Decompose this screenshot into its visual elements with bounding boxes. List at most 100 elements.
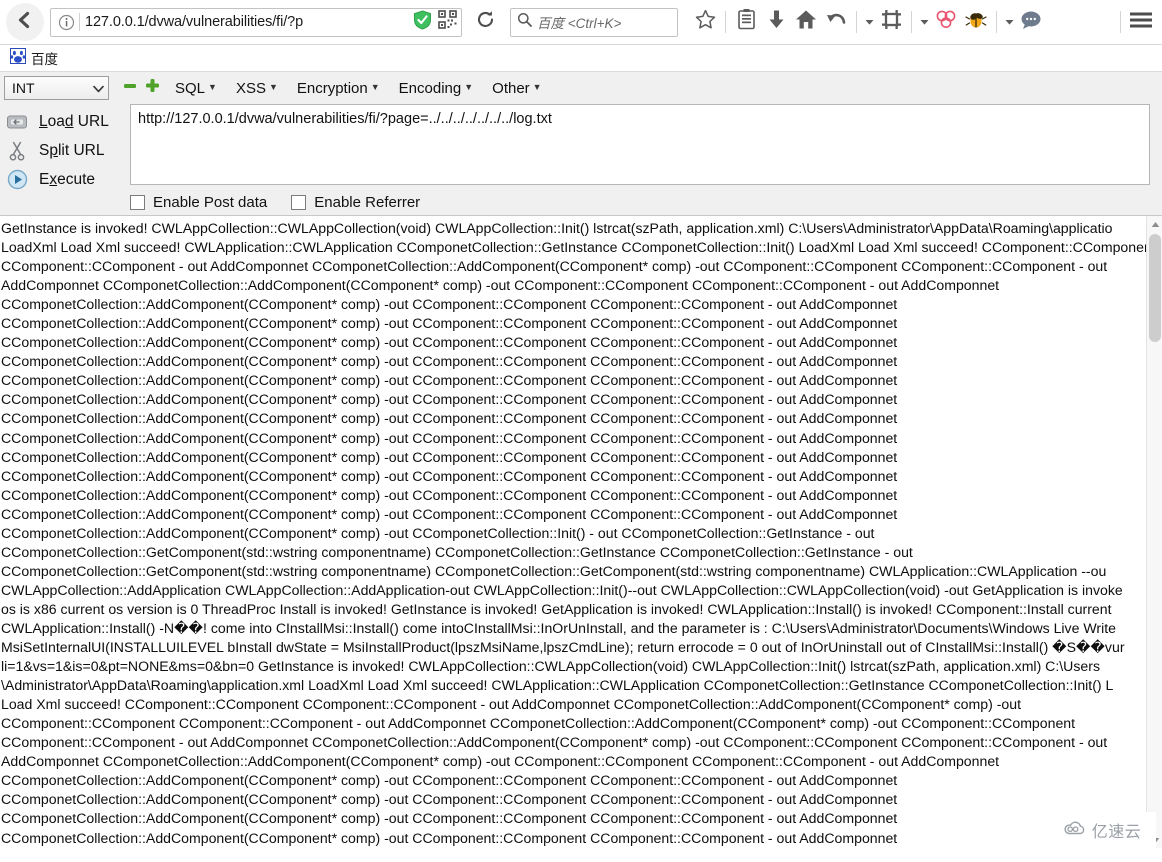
- bookmark-label: 百度: [31, 52, 58, 67]
- split-url-button[interactable]: Split URL: [0, 136, 130, 165]
- checkbox-box: [130, 195, 145, 210]
- menu-encryption[interactable]: Encryption ▼: [290, 76, 387, 100]
- scissors-icon: [5, 141, 29, 161]
- home-button[interactable]: [791, 7, 821, 37]
- log-line: CWLAppCollection::AddApplication CWLAppC…: [1, 581, 1123, 598]
- back-arrow-icon: [14, 9, 36, 36]
- log-line: CComponetCollection::AddComponent(CCompo…: [1, 334, 898, 351]
- undo-button[interactable]: [821, 7, 851, 37]
- chat-button[interactable]: [1016, 7, 1046, 37]
- green-shield-icon[interactable]: [413, 9, 432, 35]
- page-info-icon[interactable]: [55, 11, 77, 33]
- undo-dropdown-caret[interactable]: [862, 7, 876, 37]
- log-line: MsiSetInternalUI(INSTALLUILEVEL bInstall…: [1, 639, 1125, 656]
- log-line: CComponetCollection::AddComponent(CCompo…: [1, 505, 898, 522]
- bug-icon: [965, 10, 987, 35]
- menu-encryption-label: Encryption: [296, 79, 368, 97]
- firebug-dropdown-caret[interactable]: [1002, 7, 1016, 37]
- toolbar-divider-5: [1120, 11, 1121, 33]
- load-url-button[interactable]: Load URL: [0, 107, 130, 136]
- menu-other-label: Other: [492, 79, 530, 97]
- hackbar-body: Load URL Split URL Execute http://127.0.…: [0, 102, 1162, 215]
- hackbar-actions: Load URL Split URL Execute: [0, 104, 130, 211]
- search-box[interactable]: 百度 <Ctrl+K>: [510, 7, 678, 37]
- back-button[interactable]: [6, 3, 44, 41]
- log-line: CComponetCollection::AddComponent(CCompo…: [1, 467, 898, 484]
- bookmarks-toolbar: 百度: [0, 45, 1162, 72]
- caret-icon: ▼: [268, 81, 278, 92]
- menu-xss[interactable]: XSS ▼: [229, 76, 285, 100]
- log-line: CComponent::CComponent CComponent::CComp…: [1, 715, 1076, 732]
- load-url-icon: [5, 113, 29, 131]
- enable-post-data-label: Enable Post data: [153, 194, 268, 211]
- log-line: CComponent::CComponent - out AddComponne…: [1, 734, 1108, 751]
- menu-xss-label: XSS: [235, 79, 266, 97]
- log-line: CComponetCollection::AddComponent(CCompo…: [1, 829, 898, 846]
- screenshot-dropdown-caret[interactable]: [917, 7, 931, 37]
- log-line: CComponetCollection::AddComponent(CCompo…: [1, 429, 898, 446]
- bookmark-star-button[interactable]: [690, 7, 720, 37]
- load-url-label: Load URL: [39, 112, 109, 130]
- menu-encoding[interactable]: Encoding ▼: [392, 76, 480, 100]
- caret-icon: ▼: [464, 81, 474, 92]
- menu-other[interactable]: Other ▼: [485, 76, 548, 100]
- enable-referrer-checkbox[interactable]: Enable Referrer: [291, 194, 420, 211]
- undo-icon: [826, 10, 847, 35]
- menu-encoding-label: Encoding: [398, 79, 462, 97]
- log-line: GetInstance is invoked! CWLAppCollection…: [1, 220, 1113, 236]
- toolbar-divider-3: [911, 11, 912, 33]
- cloud-logo-icon: [1063, 820, 1087, 841]
- chevron-down-icon: [920, 13, 929, 31]
- crop-icon: [881, 9, 902, 35]
- reload-button[interactable]: [470, 8, 500, 36]
- hackbar-type-select[interactable]: INT: [4, 76, 109, 100]
- log-line: CComponetCollection::AddComponent(CCompo…: [1, 486, 898, 503]
- log-line: Load Xml succeed! CComponent::CComponent…: [1, 696, 1021, 713]
- watermark: 亿速云: [1048, 812, 1156, 848]
- caret-icon: ▼: [370, 81, 380, 92]
- scrollbar-thumb[interactable]: [1149, 234, 1161, 342]
- scroll-up-arrow[interactable]: [1147, 216, 1162, 232]
- log-line: CComponetCollection::AddComponent(CCompo…: [1, 296, 898, 313]
- remove-tab-button[interactable]: [119, 77, 141, 99]
- hamburger-menu-button[interactable]: [1126, 7, 1156, 37]
- enable-post-data-checkbox[interactable]: Enable Post data: [130, 194, 267, 211]
- execute-play-icon: [5, 169, 29, 190]
- log-line: \Administrator\AppData\Roaming\applicati…: [1, 677, 1114, 694]
- screenshot-button[interactable]: [876, 7, 906, 37]
- add-tab-button[interactable]: [141, 77, 163, 99]
- address-bar[interactable]: 127.0.0.1/dvwa/vulnerabilities/fi/?p: [50, 7, 462, 37]
- bookmark-item-baidu[interactable]: 百度: [6, 47, 62, 70]
- checkbox-box: [291, 195, 307, 210]
- chevron-down-icon: [865, 13, 874, 31]
- log-line: CComponetCollection::AddComponent(CCompo…: [1, 391, 898, 408]
- menu-sql-label: SQL: [175, 79, 206, 97]
- hackbar-url-textarea[interactable]: http://127.0.0.1/dvwa/vulnerabilities/fi…: [130, 104, 1150, 185]
- log-line: CComponetCollection::AddComponent(CCompo…: [1, 810, 898, 827]
- page-content: GetInstance is invoked! CWLAppCollection…: [0, 216, 1162, 848]
- reading-list-button[interactable]: [731, 7, 761, 37]
- toolbar-divider-4: [996, 11, 997, 33]
- log-text-output: GetInstance is invoked! CWLAppCollection…: [0, 216, 1146, 848]
- menu-sql[interactable]: SQL ▼: [168, 76, 224, 100]
- execute-button[interactable]: Execute: [0, 165, 130, 194]
- chat-bubble-icon: [1020, 10, 1042, 35]
- qrcode-icon[interactable]: [438, 10, 457, 34]
- log-line: CWLApplication::Install() -N��! come int…: [1, 619, 1116, 636]
- downloads-button[interactable]: [761, 7, 791, 37]
- address-bar-url: 127.0.0.1/dvwa/vulnerabilities/fi/?p: [85, 14, 304, 30]
- log-line: CComponent::CComponent - out AddComponne…: [1, 258, 1108, 275]
- address-bar-divider: [79, 13, 80, 31]
- enable-referrer-label: Enable Referrer: [314, 194, 421, 211]
- reload-icon: [476, 10, 495, 34]
- log-line: CComponetCollection::AddComponent(CCompo…: [1, 524, 875, 541]
- hackbar-url-area: http://127.0.0.1/dvwa/vulnerabilities/fi…: [130, 104, 1162, 211]
- baidu-paw-icon: [10, 47, 26, 69]
- minus-icon: [123, 79, 137, 98]
- adblock-button[interactable]: [931, 7, 961, 37]
- log-line: os is x86 current os version is 0 Thread…: [1, 600, 1112, 617]
- page-vertical-scrollbar[interactable]: [1146, 216, 1162, 848]
- firebug-button[interactable]: [961, 7, 991, 37]
- log-line: CComponetCollection::AddComponent(CCompo…: [1, 772, 898, 789]
- home-icon: [795, 9, 817, 35]
